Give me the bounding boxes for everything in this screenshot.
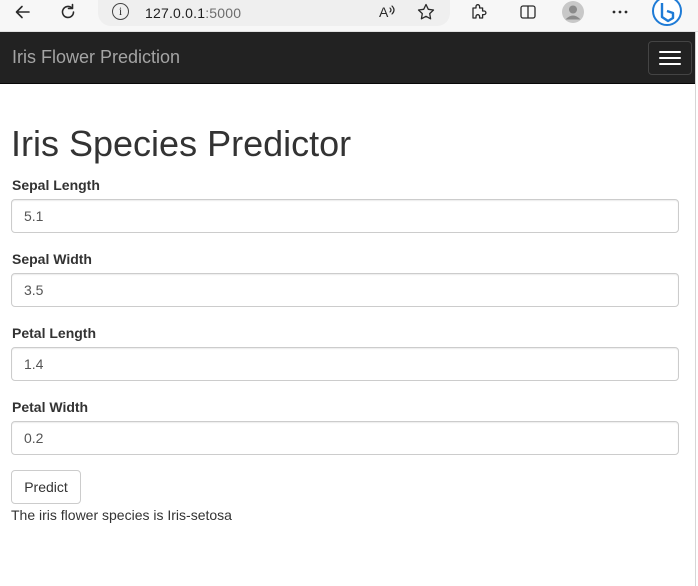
reload-icon[interactable] — [55, 0, 81, 24]
profile-icon[interactable] — [561, 0, 585, 24]
menu-bar — [659, 63, 681, 65]
petal-width-label: Petal Width — [12, 399, 89, 415]
read-aloud-icon[interactable]: A — [378, 0, 398, 24]
site-info-icon[interactable]: i — [112, 3, 129, 20]
hamburger-menu-icon[interactable] — [648, 41, 692, 75]
url-port: :5000 — [205, 5, 242, 21]
petal-width-input[interactable] — [11, 421, 679, 455]
predict-button[interactable]: Predict — [11, 470, 81, 504]
favorite-icon[interactable] — [415, 0, 437, 24]
split-screen-icon[interactable] — [516, 0, 540, 24]
menu-bar — [659, 57, 681, 59]
sepal-width-label: Sepal Width — [12, 251, 92, 267]
petal-length-label: Petal Length — [12, 325, 97, 341]
petal-length-input[interactable] — [11, 347, 679, 381]
navbar-brand[interactable]: Iris Flower Prediction — [12, 47, 180, 68]
menu-bar — [659, 51, 681, 53]
browser-toolbar: i 127.0.0.1:5000 A — [0, 0, 698, 32]
svg-text:A: A — [379, 4, 389, 20]
url-text[interactable]: 127.0.0.1:5000 — [145, 5, 241, 21]
prediction-result: The iris flower species is Iris-setosa — [11, 507, 232, 523]
more-icon[interactable] — [608, 0, 632, 24]
sepal-width-input[interactable] — [11, 273, 679, 307]
page-title: Iris Species Predictor — [11, 123, 352, 164]
extensions-icon[interactable] — [468, 0, 490, 24]
back-icon[interactable] — [10, 0, 36, 24]
copilot-icon[interactable] — [650, 0, 684, 26]
sepal-length-input[interactable] — [11, 199, 679, 233]
url-host: 127.0.0.1 — [145, 5, 206, 21]
navbar: Iris Flower Prediction — [0, 32, 695, 84]
sepal-length-label: Sepal Length — [12, 177, 100, 193]
